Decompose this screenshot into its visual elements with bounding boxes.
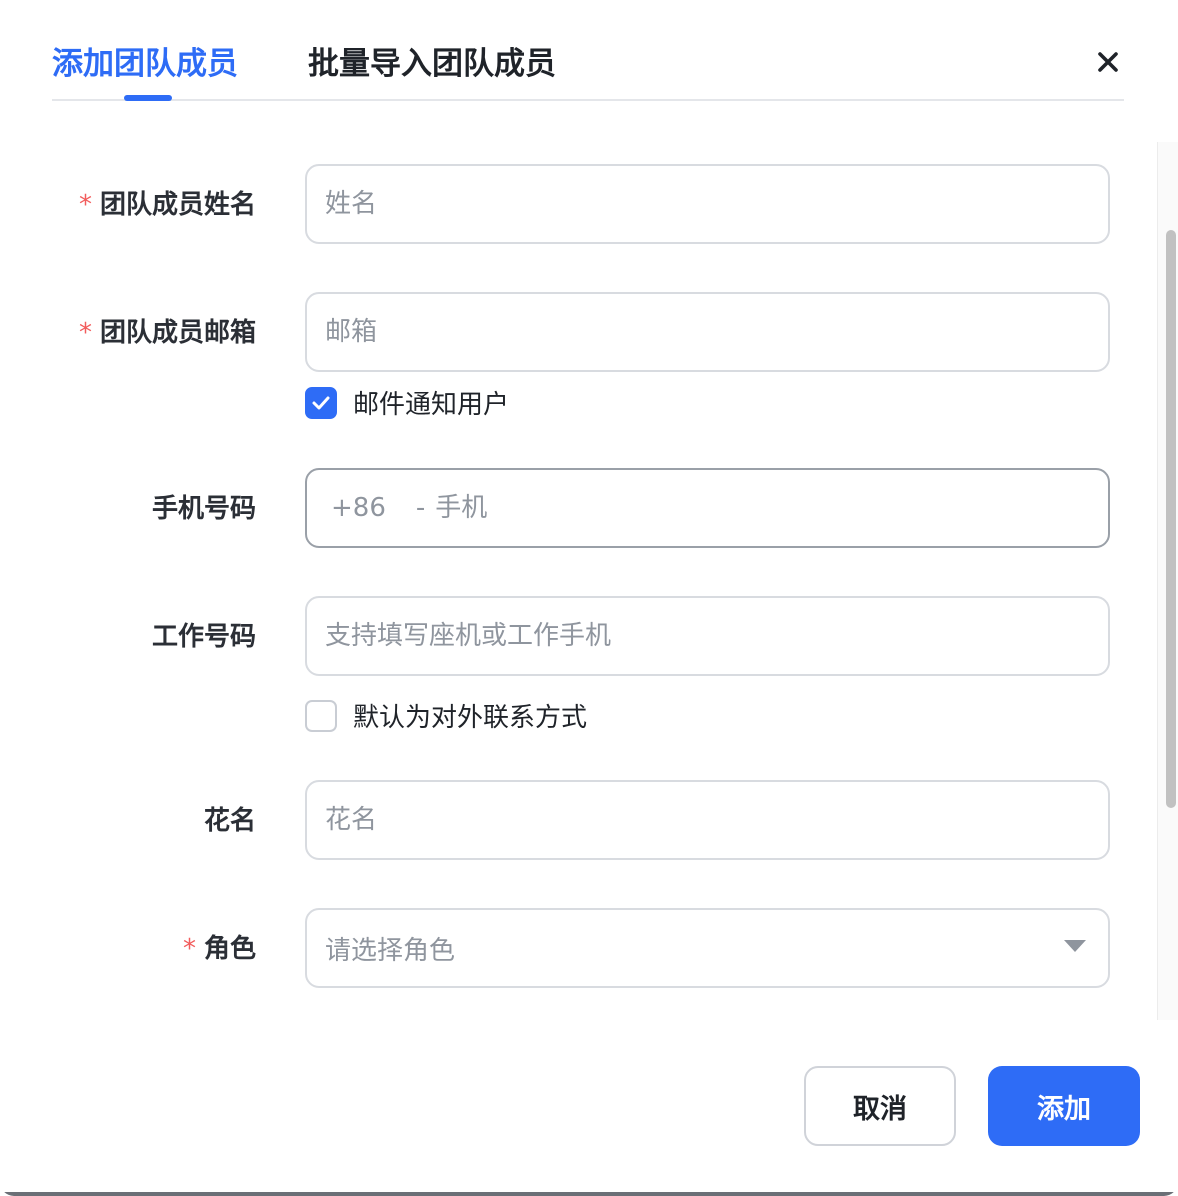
required-mark: * [78,190,92,220]
required-mark: * [182,934,196,964]
phone-input[interactable] [435,493,1108,523]
cancel-button[interactable]: 取消 [804,1066,956,1146]
required-mark: * [78,318,92,348]
add-button[interactable]: 添加 [988,1066,1140,1146]
work-phone-label: 工作号码 [151,622,256,652]
phone-separator: - [415,493,426,523]
phone-field[interactable]: +86 - [305,468,1110,548]
role-placeholder: 请选择角色 [325,935,456,966]
email-input[interactable] [305,292,1110,372]
country-code[interactable]: +86 [331,493,386,523]
notify-user-label: 邮件通知用户 [353,390,510,420]
checkbox-box[interactable] [305,699,337,732]
name-input[interactable] [305,164,1110,244]
close-button[interactable] [1090,44,1126,80]
scrollbar-thumb[interactable] [1166,230,1176,808]
notify-user-checkbox[interactable]: 邮件通知用户 [305,384,509,421]
default-contact-checkbox[interactable]: 默认为对外联系方式 [305,697,587,734]
close-icon [1098,52,1118,72]
nickname-label: 花名 [203,806,256,836]
tab-batch-import[interactable]: 批量导入团队成员 [308,44,556,84]
tab-bar: 添加团队成员 批量导入团队成员 [52,0,1124,101]
role-select[interactable]: 请选择角色 [305,908,1110,988]
nickname-input[interactable] [305,780,1110,860]
email-label: * 团队成员邮箱 [78,318,256,348]
chevron-down-icon [1064,940,1086,952]
member-form: *团队成员姓名 *团队成员邮箱 邮件通知用户 手机号码 +86 - 工 [0,101,1178,1021]
name-label: * 团队成员姓名 [78,190,256,220]
work-phone-input[interactable] [305,596,1110,676]
add-member-dialog: 添加团队成员 批量导入团队成员 *团队成员姓名 *团队成员邮箱 邮件通知用户 [0,0,1178,1196]
checkbox-box[interactable] [305,386,337,419]
checkmark-icon [312,396,330,409]
role-label: * 角色 [182,934,256,964]
default-contact-label: 默认为对外联系方式 [353,703,588,733]
phone-label: 手机号码 [151,494,256,524]
tab-add-member[interactable]: 添加团队成员 [52,44,238,84]
